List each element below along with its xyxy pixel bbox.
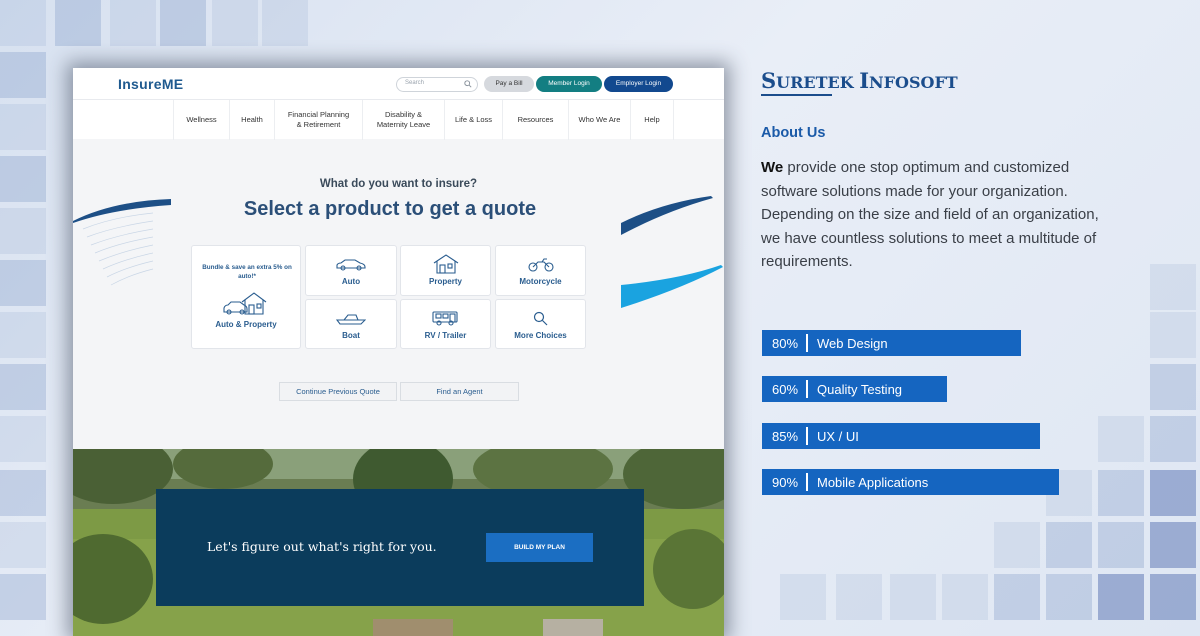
car-house-icon xyxy=(223,292,267,315)
skill-percent: 80% xyxy=(772,335,799,351)
motorcycle-icon xyxy=(527,258,554,272)
skill-label: UX / UI xyxy=(817,428,859,444)
product-label-motorcycle: Motorcycle xyxy=(519,277,562,286)
skill-label: Mobile Applications xyxy=(817,474,929,490)
company-name: SURETEK INFOSOFT xyxy=(761,68,958,93)
product-card-motorcycle[interactable]: Motorcycle xyxy=(495,245,586,296)
nav-item-disability[interactable]: Disability & Maternity Leave xyxy=(362,100,444,140)
about-first-word: We xyxy=(761,159,784,176)
product-card-auto-property[interactable]: Bundle & save an extra 5% on auto!* Auto… xyxy=(191,245,301,349)
brand-underline xyxy=(761,94,832,96)
hero-photo: Let's figure out what's right for you. B… xyxy=(73,449,724,636)
product-label-auto: Auto xyxy=(341,277,361,286)
nav-item-health[interactable]: Health xyxy=(229,100,274,140)
skill-separator xyxy=(806,427,808,445)
skill-percent: 90% xyxy=(772,474,799,490)
skill-bar: 60% Quality Testing xyxy=(762,376,947,402)
skill-bar: 85% UX / UI xyxy=(762,423,1041,449)
member-login-button[interactable]: Member Login xyxy=(536,76,602,92)
employer-login-button[interactable]: Employer Login xyxy=(604,76,673,92)
bundle-offer-text: Bundle & save an extra 5% on auto!* xyxy=(202,264,292,280)
about-heading: About Us xyxy=(761,125,826,141)
product-label-boat: Boat xyxy=(342,331,360,340)
rv-icon xyxy=(431,311,458,326)
product-label-property: Property xyxy=(429,277,462,286)
brand-initial-i: I xyxy=(859,68,870,93)
product-card-property[interactable]: Property xyxy=(400,245,491,296)
nav-item-life-loss[interactable]: Life & Loss xyxy=(444,100,502,140)
site-logo[interactable]: InsureME xyxy=(118,76,183,92)
build-my-plan-button[interactable]: BUILD MY PLAN xyxy=(486,533,593,562)
cta-text: Let's figure out what's right for you. xyxy=(207,539,437,554)
nav-item-resources[interactable]: Resources xyxy=(502,100,568,140)
find-agent-button[interactable]: Find an Agent xyxy=(400,382,519,401)
magnifier-icon xyxy=(533,311,547,326)
skill-bar: 80% Web Design xyxy=(762,330,1022,356)
search-placeholder: Search xyxy=(405,80,425,86)
nav-item-who-we-are[interactable]: Who We Are xyxy=(568,100,630,140)
skill-bar: 90% Mobile Applications xyxy=(762,469,1059,495)
nav-item-wellness[interactable]: Wellness xyxy=(173,100,229,140)
quote-headline: Select a product to get a quote xyxy=(243,198,537,220)
skill-separator xyxy=(806,473,808,491)
brand-initial-s: S xyxy=(761,68,777,93)
pay-bill-button[interactable]: Pay a Bill xyxy=(484,76,534,92)
product-label-more-choices: More Choices xyxy=(514,331,567,340)
product-card-auto[interactable]: Auto xyxy=(305,245,397,296)
product-label-rv-trailer: RV / Trailer xyxy=(424,331,467,340)
brand-rest-2: NFOSOFT xyxy=(869,73,958,92)
product-card-rv-trailer[interactable]: RV / Trailer xyxy=(400,299,491,349)
skill-separator xyxy=(806,334,808,352)
about-body: provide one stop optimum and customized … xyxy=(761,159,1099,270)
brand-rest-1: URETEK xyxy=(776,73,860,92)
main-nav: Wellness Health Financial Planning & Ret… xyxy=(73,99,724,140)
product-card-more-choices[interactable]: More Choices xyxy=(495,299,586,349)
skill-label: Quality Testing xyxy=(817,381,903,397)
about-paragraph: We provide one stop optimum and customiz… xyxy=(761,156,1121,274)
continue-quote-button[interactable]: Continue Previous Quote xyxy=(279,382,397,401)
product-label-auto-property: Auto & Property xyxy=(215,320,277,329)
website-mockup: InsureME Search Pay a Bill Member Login … xyxy=(73,68,724,636)
skill-label: Web Design xyxy=(817,335,888,351)
insure-question: What do you want to insure? xyxy=(319,178,478,190)
cta-banner: Let's figure out what's right for you. B… xyxy=(156,489,644,606)
skill-percent: 85% xyxy=(772,428,799,444)
boat-icon xyxy=(336,314,366,325)
nav-item-help[interactable]: Help xyxy=(630,100,674,140)
nav-item-financial-planning[interactable]: Financial Planning & Retirement xyxy=(274,100,362,140)
product-card-boat[interactable]: Boat xyxy=(305,299,397,349)
skill-percent: 60% xyxy=(772,381,799,397)
search-icon xyxy=(464,80,472,88)
house-icon xyxy=(433,254,458,274)
skill-separator xyxy=(806,380,808,398)
car-icon xyxy=(336,259,366,271)
site-header: InsureME Search Pay a Bill Member Login … xyxy=(73,68,724,99)
search-input[interactable]: Search xyxy=(396,77,478,92)
